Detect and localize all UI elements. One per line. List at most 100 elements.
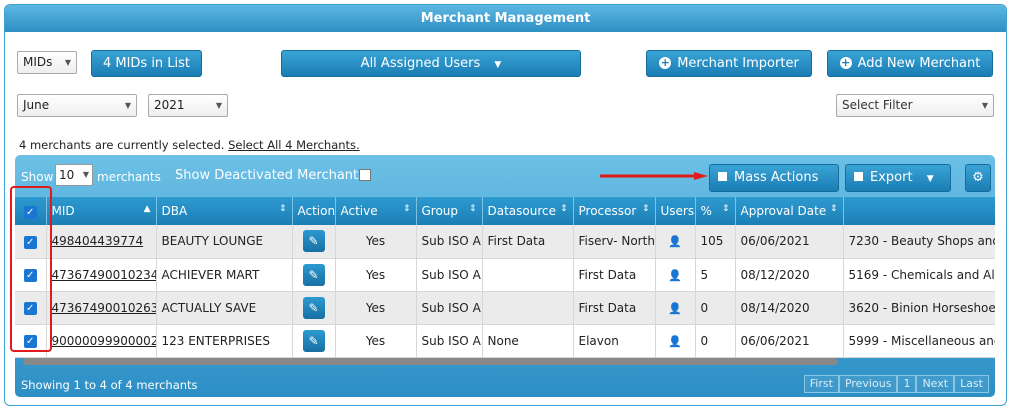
mid-type-select[interactable]: MIDs ▼ [17,51,77,74]
column-header-percent[interactable]: % ⇕ [695,197,736,225]
selection-count-text: 4 merchants are currently selected. [19,138,225,152]
save-icon [718,172,727,181]
export-dropdown[interactable]: Export ▼ [845,164,951,192]
edit-button[interactable]: ✎ [302,263,325,286]
selection-info: 4 merchants are currently selected. Sele… [19,138,360,152]
sort-icon: ⇕ [468,204,477,214]
plus-circle-icon: + [839,55,852,69]
pager-previous-button[interactable]: Previous [838,375,898,393]
show-deactivated-label: Show Deactivated Merchants [175,168,365,183]
add-new-merchant-button[interactable]: + Add New Merchant [827,50,993,77]
mids-in-list-button[interactable]: 4 MIDs in List [91,50,202,77]
pencil-icon: ✎ [308,234,319,249]
column-header-group[interactable]: Group ⇕ [416,197,483,225]
column-header-sic[interactable]: SI [843,197,995,225]
filter-select-placeholder: Select Filter [842,98,913,112]
sort-icon: ⇕ [641,204,650,214]
action-cell: ✎ [292,291,336,325]
horizontal-scrollbar[interactable] [23,358,838,365]
user-icon[interactable]: 👤 [668,302,682,315]
edit-button[interactable]: ✎ [302,230,325,253]
table-row: ✓ 900000999000027 123 ENTERPRISES ✎ Yes … [15,324,995,358]
approval-date-cell: 06/06/2021 [735,225,844,259]
table-row: ✓ 473674900102344 ACHIEVER MART ✎ Yes Su… [15,258,995,292]
table-row: ✓ 498404439774 BEAUTY LOUNGE ✎ Yes Sub I… [15,225,995,259]
sort-icon: ⇕ [402,204,411,214]
sic-cell: 5999 - Miscellaneous and S [843,324,995,358]
active-cell: Yes [335,324,417,358]
column-header-datasource[interactable]: Datasource ⇕ [482,197,574,225]
edit-button[interactable]: ✎ [302,329,325,352]
assigned-users-dropdown[interactable]: All Assigned Users ▼ [281,50,581,77]
pager-next-button[interactable]: Next [916,375,955,393]
percent-cell: 0 [695,291,736,325]
sic-cell: 3620 - Binion Horseshoe C [843,291,995,325]
select-all-link[interactable]: Select All 4 Merchants. [228,138,360,152]
pager-last-button[interactable]: Last [954,375,989,393]
merchant-importer-button[interactable]: + Merchant Importer [646,50,812,77]
export-label: Export [870,170,913,185]
plus-circle-icon: + [659,55,672,69]
dba-cell: ACHIEVER MART [156,258,293,292]
sort-asc-icon: ▲ [143,204,151,214]
action-cell: ✎ [292,225,336,259]
approval-date-cell: 08/12/2020 [735,258,844,292]
settings-button[interactable]: ⚙ [965,164,991,192]
column-header-dba[interactable]: DBA ⇕ [156,197,293,225]
table-header-row: ✓ MID ▲ DBA ⇕ Action Active ⇕ Group ⇕ Dataso… [15,197,995,225]
column-header-active[interactable]: Active ⇕ [335,197,417,225]
assigned-users-label: All Assigned Users [360,56,481,71]
user-icon[interactable]: 👤 [668,335,682,348]
showing-count-text: Showing 1 to 4 of 4 merchants [21,378,198,392]
group-cell: Sub ISO A [416,258,483,292]
mid-link[interactable]: 498404439774 [52,234,144,248]
pager-first-button[interactable]: First [803,375,839,393]
mass-actions-label: Mass Actions [734,170,819,185]
column-header-mid[interactable]: MID ▲ [46,197,157,225]
caret-down-icon: ▼ [494,60,502,70]
processor-cell: First Data [573,291,656,325]
arrow-annotation-icon [600,172,708,180]
page-size-value: 10 [59,168,75,182]
caret-down-icon: ▼ [926,174,934,184]
approval-date-cell: 06/06/2021 [735,324,844,358]
processor-cell: Elavon [573,324,656,358]
pager-page-1-button[interactable]: 1 [897,375,917,393]
column-header-processor[interactable]: Processor ⇕ [573,197,656,225]
mid-link[interactable]: 473674900102344 [52,268,156,282]
table-row: ✓ 473674900102633 ACTUALLY SAVE ✎ Yes Su… [15,291,995,325]
chevron-down-icon: ▼ [215,101,222,110]
mid-type-select-value: MIDs [23,55,53,69]
filter-select[interactable]: Select Filter ▼ [836,94,994,117]
sic-cell: 7230 - Beauty Shops and B [843,225,995,259]
month-select[interactable]: June ▼ [17,94,137,117]
edit-button[interactable]: ✎ [302,296,325,319]
column-header-approval-date[interactable]: Approval Date ⇕ [735,197,844,225]
show-deactivated-checkbox[interactable] [359,169,371,181]
merchant-management-panel: Merchant Management MIDs ▼ 4 MIDs in Lis… [4,4,1007,406]
table-footer: Showing 1 to 4 of 4 merchants First Prev… [15,370,995,397]
chevron-down-icon: ▼ [82,170,89,179]
dba-cell: ACTUALLY SAVE [156,291,293,325]
user-icon[interactable]: 👤 [668,235,682,248]
mid-cell: 498404439774 [46,225,157,259]
sort-icon: ⇕ [559,204,568,214]
processor-cell: Fiserv- North [573,225,656,259]
merchant-table-panel: Show 10 ▼ merchants Show Deactivated Mer… [15,155,995,397]
merchants-label: merchants [97,170,161,184]
users-cell: 👤 [655,225,696,259]
gear-icon: ⚙ [972,170,984,185]
year-select-value: 2021 [154,98,185,112]
year-select[interactable]: 2021 ▼ [148,94,228,117]
mid-link[interactable]: 900000999000027 [52,334,156,348]
action-cell: ✎ [292,324,336,358]
user-icon[interactable]: 👤 [668,269,682,282]
mass-actions-button[interactable]: Mass Actions [709,164,839,192]
page-size-select[interactable]: 10 ▼ [55,164,93,186]
month-select-value: June [23,98,50,112]
active-cell: Yes [335,225,417,259]
mid-link[interactable]: 473674900102633 [52,301,156,315]
table-toolbar: Show 10 ▼ merchants Show Deactivated Mer… [15,155,995,195]
pagination: First Previous 1 Next Last [803,375,989,393]
merchant-importer-label: Merchant Importer [677,56,799,71]
